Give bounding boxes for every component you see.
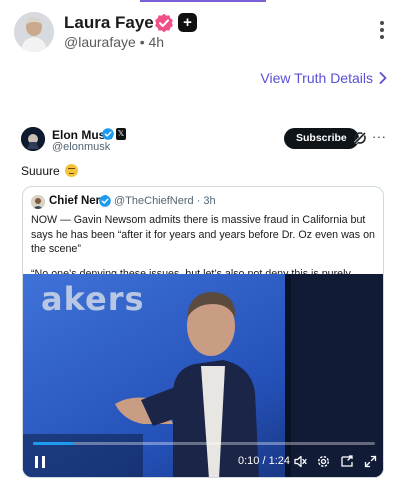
grok-icon[interactable] [353,131,367,145]
more-vertical-icon[interactable] [378,21,386,43]
quote-paragraph: NOW — Gavin Newsom admits there is massi… [31,214,375,255]
view-details-link[interactable]: View Truth Details [260,70,387,86]
x-logo-icon: 𝕏 [116,128,126,140]
video-progress-bar[interactable] [33,442,375,445]
verified-check-icon [102,128,114,140]
video-overlay-text: akers [41,280,145,318]
verified-check-icon [99,195,111,207]
post-header: Laura Faye + @laurafaye • 4h [14,12,394,52]
avatar[interactable] [14,12,54,52]
top-accent-bar [140,0,266,2]
video-progress-fill [33,442,74,445]
plus-badge-icon: + [178,13,197,32]
author-handle[interactable]: @laurafaye [64,34,136,50]
video-time: 0:10 / 1:24 [238,455,290,467]
quote-avatar[interactable] [31,195,45,209]
video-player[interactable]: akers 0:10 / 1:24 [23,274,383,477]
grimace-emoji-icon [65,164,79,177]
fullscreen-icon[interactable] [363,454,378,469]
embed-avatar[interactable] [21,127,45,151]
volume-icon[interactable] [293,454,308,469]
more-horizontal-icon[interactable]: ··· [372,129,387,144]
verified-badge-icon [155,13,173,33]
quoted-tweet[interactable]: Chief Nerd @TheChiefNerd · 3h NOW — Gavi… [22,186,384,478]
separator-dot: • [139,34,145,50]
quote-handle-time: @TheChiefNerd · 3h [114,195,216,207]
chevron-right-icon [379,72,387,84]
embed-text: Suuure [21,164,79,178]
subscribe-button[interactable]: Subscribe [284,128,359,149]
view-details-label: View Truth Details [260,70,373,86]
author-name[interactable]: Laura Faye [64,13,154,33]
pause-icon[interactable] [35,456,45,468]
author-handle-line: @laurafaye • 4h [64,34,164,50]
video-controls: 0:10 / 1:24 [23,450,383,474]
settings-icon[interactable] [316,454,331,469]
embed-author-handle[interactable]: @elonmusk [52,141,110,153]
embed-text-content: Suuure [21,164,60,178]
post-age: 4h [148,34,165,50]
pip-icon[interactable] [340,454,355,469]
